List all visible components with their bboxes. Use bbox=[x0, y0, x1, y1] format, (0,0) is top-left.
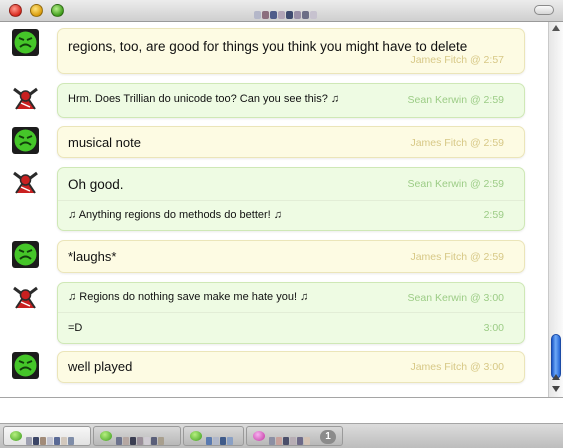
green-bubble-icon bbox=[190, 431, 202, 441]
toolbar-toggle-button[interactable] bbox=[534, 5, 554, 15]
message-text: musical note bbox=[68, 135, 141, 150]
close-window-button[interactable] bbox=[9, 4, 22, 17]
message-bubble: well played James Fitch @ 3:00 bbox=[57, 351, 525, 383]
chat-tab[interactable] bbox=[183, 426, 244, 446]
message-timestamp: 2:59 bbox=[483, 209, 504, 221]
message-bubble: musical note James Fitch @ 2:59 bbox=[57, 126, 525, 158]
green-bubble-icon bbox=[10, 431, 22, 441]
chat-tab[interactable]: 1 bbox=[246, 426, 343, 446]
message-line: *laughs* James Fitch @ 2:59 bbox=[58, 241, 524, 272]
tab-label-obscured bbox=[206, 432, 234, 445]
chat-transcript[interactable]: regions, too, are good for things you th… bbox=[0, 22, 548, 397]
scrollbar-thumb[interactable] bbox=[551, 334, 561, 379]
message-text: *laughs* bbox=[68, 249, 117, 264]
message-timestamp: James Fitch @ 2:59 bbox=[410, 137, 504, 149]
chat-tab[interactable] bbox=[93, 426, 181, 446]
message-timestamp: 3:00 bbox=[483, 322, 504, 334]
message-timestamp: James Fitch @ 3:00 bbox=[410, 361, 504, 373]
message-input[interactable] bbox=[6, 401, 554, 421]
message-timestamp: Sean Kerwin @ 3:00 bbox=[407, 292, 504, 304]
window-title-obscured bbox=[254, 6, 326, 19]
tab-label-obscured bbox=[26, 432, 75, 445]
scroll-top-arrow-icon[interactable] bbox=[552, 25, 560, 31]
message-timestamp: James Fitch @ 2:59 bbox=[410, 251, 504, 263]
title-bar bbox=[0, 0, 563, 22]
message-text: =D bbox=[68, 322, 83, 334]
message-text: Hrm. Does Trillian do unicode too? Can y… bbox=[68, 93, 340, 105]
red-beast-avatar bbox=[12, 85, 39, 112]
message-timestamp: Sean Kerwin @ 2:59 bbox=[407, 178, 504, 190]
message-line: Oh good. Sean Kerwin @ 2:59 bbox=[58, 168, 524, 200]
message-text: regions, too, are good for things you th… bbox=[68, 39, 468, 54]
message-line: ♫ Regions do nothing save make me hate y… bbox=[58, 283, 524, 312]
message-line: ♫ Anything regions do methods do better!… bbox=[58, 200, 524, 230]
tab-label-obscured bbox=[116, 432, 165, 445]
unread-count-badge: 1 bbox=[320, 430, 336, 444]
red-beast-avatar bbox=[12, 169, 39, 196]
green-smiley-avatar bbox=[12, 127, 39, 154]
message-line: Hrm. Does Trillian do unicode too? Can y… bbox=[58, 84, 524, 117]
message-text: Oh good. bbox=[68, 177, 124, 192]
message-bubble: regions, too, are good for things you th… bbox=[57, 28, 525, 74]
scroll-up-arrow-icon[interactable] bbox=[552, 374, 560, 380]
message-timestamp: Sean Kerwin @ 2:59 bbox=[407, 94, 504, 106]
message-text: ♫ Anything regions do methods do better!… bbox=[68, 209, 283, 221]
message-line: well played James Fitch @ 3:00 bbox=[58, 352, 524, 382]
message-line: musical note James Fitch @ 2:59 bbox=[58, 127, 524, 157]
red-beast-avatar bbox=[12, 284, 39, 311]
chat-tab-bar: 1 bbox=[0, 424, 563, 448]
transcript-scrollbar[interactable] bbox=[548, 22, 563, 397]
message-text: ♫ Regions do nothing save make me hate y… bbox=[68, 291, 309, 303]
message-timestamp: James Fitch @ 2:57 bbox=[410, 54, 504, 66]
message-line: regions, too, are good for things you th… bbox=[58, 29, 524, 73]
pink-bubble-icon bbox=[253, 431, 265, 441]
message-bubble: ♫ Regions do nothing save make me hate y… bbox=[57, 282, 525, 344]
message-bubble: Hrm. Does Trillian do unicode too? Can y… bbox=[57, 83, 525, 118]
message-text: well played bbox=[68, 359, 133, 374]
green-smiley-avatar bbox=[12, 352, 39, 379]
message-line: =D 3:00 bbox=[58, 312, 524, 343]
green-smiley-avatar bbox=[12, 241, 39, 268]
tab-label-obscured bbox=[269, 432, 311, 445]
message-bubble: *laughs* James Fitch @ 2:59 bbox=[57, 240, 525, 273]
green-smiley-avatar bbox=[12, 29, 39, 56]
chat-tab[interactable] bbox=[3, 426, 91, 446]
green-bubble-icon bbox=[100, 431, 112, 441]
zoom-window-button[interactable] bbox=[51, 4, 64, 17]
message-input-area bbox=[0, 397, 563, 424]
message-bubble: Oh good. Sean Kerwin @ 2:59 ♫ Anything r… bbox=[57, 167, 525, 231]
scroll-down-arrow-icon[interactable] bbox=[552, 386, 560, 392]
minimize-window-button[interactable] bbox=[30, 4, 43, 17]
